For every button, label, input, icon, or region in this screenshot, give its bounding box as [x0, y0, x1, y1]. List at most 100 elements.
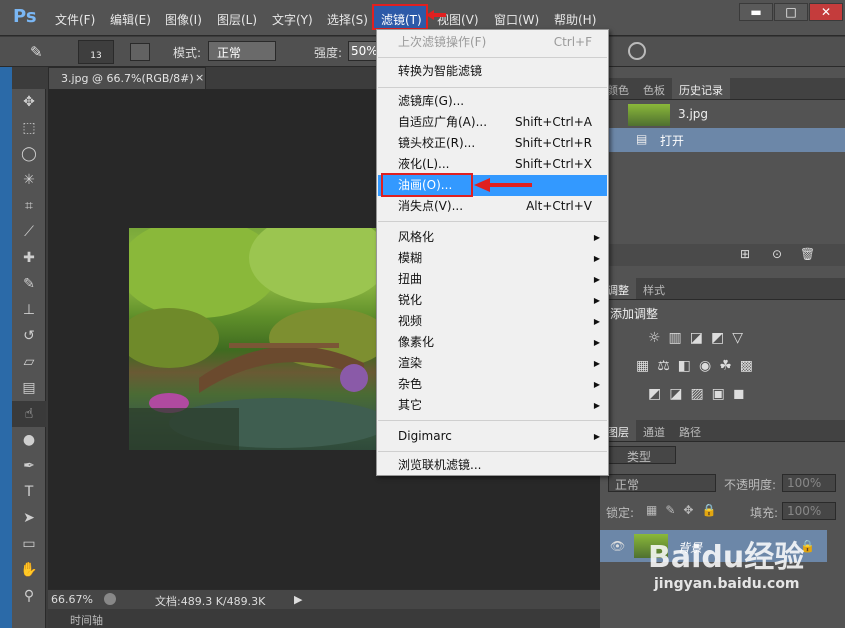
history-snapshot[interactable]: 3.jpg — [600, 100, 845, 128]
opacity-label: 不透明度: — [724, 478, 777, 492]
timeline-panel: 时间轴 — [48, 609, 600, 628]
marquee-tool-icon[interactable]: ⬚ — [12, 115, 46, 141]
history-step-label: 打开 — [660, 134, 685, 148]
menu-stylize[interactable]: 风格化 ▶ — [378, 227, 607, 248]
minimize-button[interactable]: ▬ — [739, 3, 773, 21]
menu-video[interactable]: 视频 ▶ — [378, 311, 607, 332]
fill-input[interactable]: 100% — [782, 502, 836, 520]
submenu-arrow-icon: ▶ — [593, 296, 600, 305]
camera-icon[interactable]: ⊙ — [772, 247, 782, 261]
blend-mode-select[interactable]: 正常 — [608, 474, 716, 492]
move-tool-icon[interactable]: ✥ — [12, 89, 46, 115]
menu-pixelate[interactable]: 像素化 ▶ — [378, 332, 607, 353]
gradient-tool-icon[interactable]: ▤ — [12, 375, 46, 401]
lasso-tool-icon[interactable]: ◯ — [12, 141, 46, 167]
timeline-label[interactable]: 时间轴 — [70, 612, 103, 628]
fill-label: 填充: — [750, 506, 779, 520]
desktop-strip — [0, 67, 12, 628]
new-document-icon[interactable]: ⊞ — [740, 247, 750, 261]
menu-last-filter[interactable]: 上次滤镜操作(F) Ctrl+F — [378, 32, 607, 53]
submenu-arrow-icon: ▶ — [593, 401, 600, 410]
menu-vanishing-point[interactable]: 消失点(V)... Alt+Ctrl+V — [378, 196, 607, 217]
menu-file[interactable]: 文件(F) — [55, 11, 95, 28]
menu-select[interactable]: 选择(S) — [327, 11, 368, 28]
menu-convert-smart-filter[interactable]: 转换为智能滤镜 — [378, 61, 607, 82]
menu-separator — [378, 87, 607, 88]
menu-liquify[interactable]: 液化(L)... Shift+Ctrl+X — [378, 154, 607, 175]
submenu-arrow-icon: ▶ — [593, 359, 600, 368]
menu-filter[interactable]: 滤镜(T) — [381, 11, 422, 28]
submenu-arrow-icon: ▶ — [593, 317, 600, 326]
menu-browse-online[interactable]: 浏览联机滤镜... — [378, 455, 607, 476]
menu-window[interactable]: 窗口(W) — [494, 11, 539, 28]
menu-separator — [378, 221, 607, 222]
menu-blur[interactable]: 模糊 ▶ — [378, 248, 607, 269]
stamp-tool-icon[interactable]: ⊥ — [12, 297, 46, 323]
zoom-tool-icon[interactable]: ⚲ — [12, 583, 46, 609]
magic-wand-tool-icon[interactable]: ✳ — [12, 167, 46, 193]
adjust-title: 添加调整 — [610, 307, 659, 321]
brush-tool-icon[interactable]: ✎ — [12, 271, 46, 297]
lock-icons[interactable]: ▦✎✥🔒 — [646, 503, 724, 517]
eraser-tool-icon[interactable]: ▱ — [12, 349, 46, 375]
document-tab[interactable]: 3.jpg @ 66.7%(RGB/8#) × — [48, 67, 206, 89]
strength-input[interactable]: 50% — [348, 41, 378, 61]
type-tool-icon[interactable]: T — [12, 479, 46, 505]
bridge-photo — [129, 228, 377, 450]
adjust-row1-icons[interactable]: ☼▥◪◩▽ — [648, 330, 751, 346]
trash-icon[interactable]: 🗑 — [800, 247, 815, 261]
menu-other[interactable]: 其它 ▶ — [378, 395, 607, 416]
zoom-level[interactable]: 66.67% — [51, 593, 93, 606]
visibility-eye-icon[interactable]: 👁 — [610, 539, 625, 553]
mode-select[interactable]: 正常 — [208, 41, 276, 61]
menu-type[interactable]: 文字(Y) — [272, 11, 313, 28]
adjust-row3-icons[interactable]: ◩◪▨▣◼ — [648, 386, 753, 402]
opacity-input[interactable]: 100% — [782, 474, 836, 492]
tab-paths[interactable]: 路径 — [672, 420, 708, 441]
menu-help[interactable]: 帮助(H) — [554, 11, 596, 28]
restore-button[interactable]: □ — [774, 3, 808, 21]
hand-tool-icon[interactable]: ✋ — [12, 557, 46, 583]
brush-panel-icon[interactable] — [130, 43, 150, 61]
menu-image[interactable]: 图像(I) — [165, 11, 202, 28]
tab-history[interactable]: 历史记录 — [672, 78, 730, 99]
menu-noise[interactable]: 杂色 ▶ — [378, 374, 607, 395]
adjust-row2-icons[interactable]: ▦⚖◧◉☘▩ — [636, 358, 761, 374]
annotation-arrow-icon — [474, 178, 532, 192]
shape-tool-icon[interactable]: ▭ — [12, 531, 46, 557]
menu-lens-correction[interactable]: 镜头校正(R)... Shift+Ctrl+R — [378, 133, 607, 154]
menu-sharpen[interactable]: 锐化 ▶ — [378, 290, 607, 311]
status-info-icon[interactable] — [104, 593, 116, 605]
eyedropper-tool-icon[interactable]: ⟋ — [12, 219, 46, 245]
menu-layer[interactable]: 图层(L) — [217, 11, 257, 28]
menu-digimarc[interactable]: Digimarc ▶ — [378, 426, 607, 447]
history-brush-tool-icon[interactable]: ↺ — [12, 323, 46, 349]
menu-render[interactable]: 渲染 ▶ — [378, 353, 607, 374]
smudge-tool-icon[interactable]: ☝ — [12, 401, 46, 427]
healing-tool-icon[interactable]: ✚ — [12, 245, 46, 271]
pen-tool-icon[interactable]: ✒ — [12, 453, 46, 479]
dodge-tool-icon[interactable]: ● — [12, 427, 46, 453]
tab-channels[interactable]: 通道 — [636, 420, 672, 441]
menu-adaptive-wide-angle[interactable]: 自适应广角(A)... Shift+Ctrl+A — [378, 112, 607, 133]
brush-tool-icon[interactable]: ✎ — [30, 43, 43, 61]
submenu-arrow-icon: ▶ — [593, 275, 600, 284]
layer-kind-filter[interactable]: 类型 — [608, 446, 676, 464]
history-step[interactable]: ▤ 打开 — [600, 128, 845, 152]
menu-distort[interactable]: 扭曲 ▶ — [378, 269, 607, 290]
crop-tool-icon[interactable]: ⌗ — [12, 193, 46, 219]
pressure-icon[interactable] — [628, 42, 646, 60]
document-image[interactable] — [129, 228, 377, 450]
path-select-tool-icon[interactable]: ➤ — [12, 505, 46, 531]
menu-separator — [378, 57, 607, 58]
menu-filter-gallery[interactable]: 滤镜库(G)... — [378, 91, 607, 112]
tab-styles[interactable]: 样式 — [636, 278, 672, 299]
brush-size-picker[interactable]: 13 — [78, 40, 114, 64]
watermark-url: jingyan.baidu.com — [654, 576, 800, 592]
close-tab-icon[interactable]: × — [195, 71, 204, 84]
status-expand-icon[interactable]: ▶ — [294, 593, 302, 606]
menu-edit[interactable]: 编辑(E) — [110, 11, 151, 28]
annotation-box — [381, 173, 473, 197]
tab-swatches[interactable]: 色板 — [636, 78, 672, 99]
close-button[interactable]: ✕ — [809, 3, 843, 21]
